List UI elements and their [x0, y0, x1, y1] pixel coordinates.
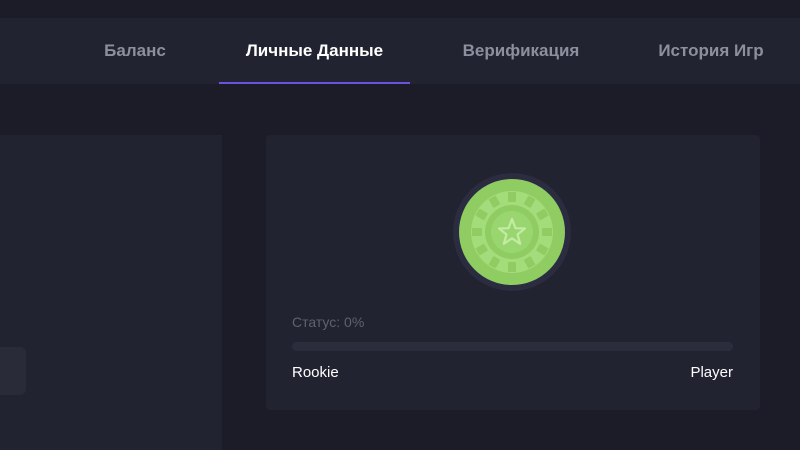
status-badge	[453, 173, 571, 291]
status-card: Статус: 0% Rookie Player	[266, 135, 760, 410]
rank-start-label: Rookie	[292, 364, 339, 381]
active-tab-indicator	[219, 82, 410, 84]
tab-game-history[interactable]: История Игр	[640, 18, 782, 84]
tab-personal-data-label: Личные Данные	[245, 41, 384, 60]
rank-end-label: Player	[690, 364, 733, 381]
top-bar	[0, 0, 800, 18]
tab-balance[interactable]: Баланс	[86, 18, 184, 84]
profile-tabs: Баланс Личные Данные Верификация История…	[0, 18, 800, 84]
tab-verification[interactable]: Верификация	[446, 18, 596, 84]
personal-data-panel	[0, 135, 222, 450]
tab-game-history-label: История Игр	[658, 41, 764, 60]
roulette-chip-star-icon	[459, 179, 565, 285]
tab-verification-label: Верификация	[462, 41, 580, 60]
status-percent-label: Статус: 0%	[292, 314, 365, 330]
personal-data-input[interactable]	[0, 347, 26, 395]
status-progress-bar	[292, 342, 733, 351]
tab-personal-data[interactable]: Личные Данные	[219, 18, 410, 84]
tab-balance-label: Баланс	[104, 41, 166, 60]
